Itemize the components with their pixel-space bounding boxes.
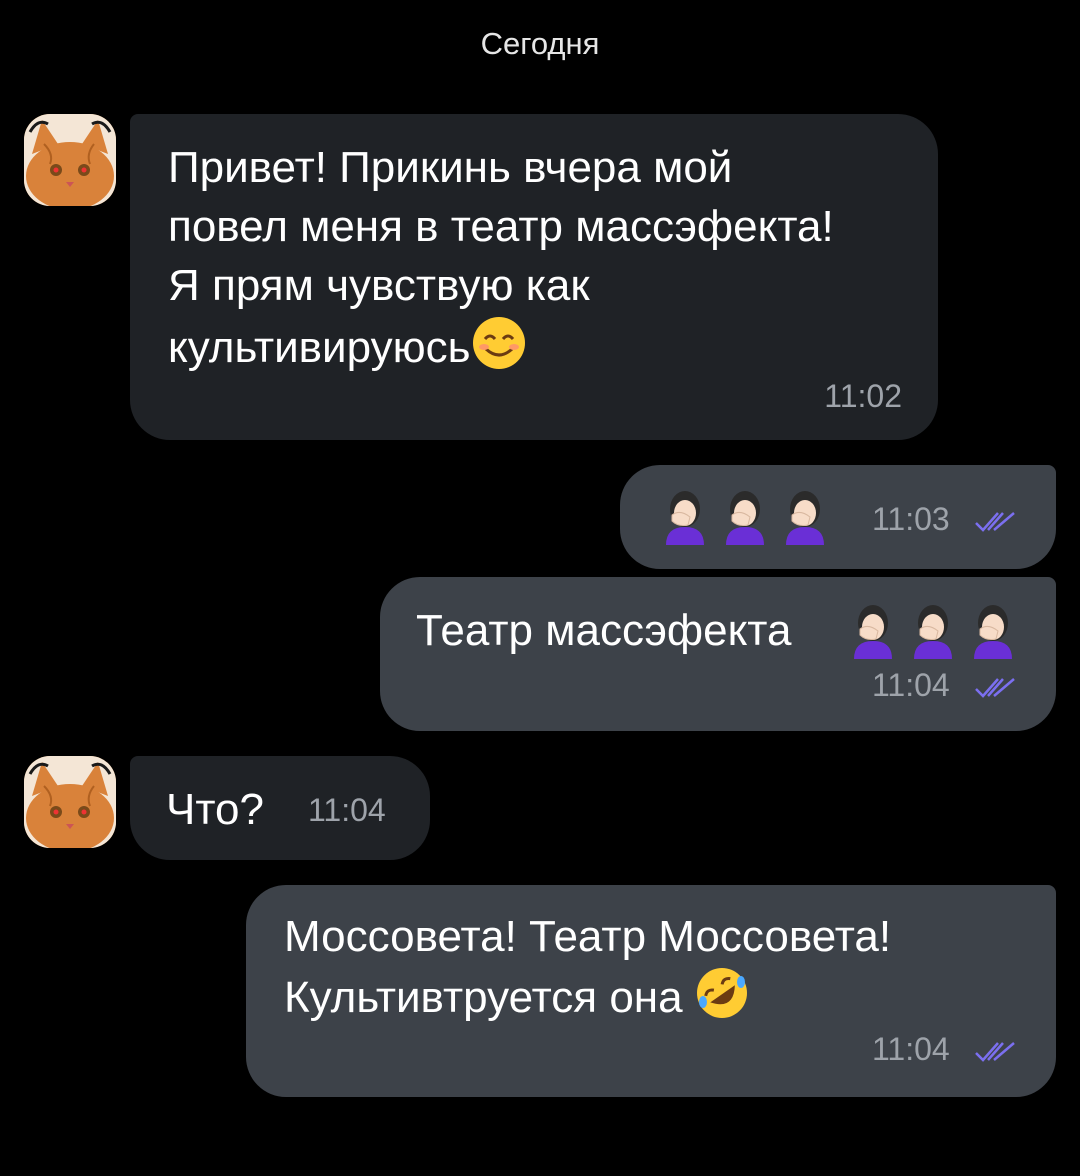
date-separator: Сегодня <box>480 26 600 61</box>
message-time: 11:04 <box>872 1031 950 1067</box>
message-bubble-outgoing[interactable]: Моссовета! Театр Моссовета! Культивтрует… <box>246 885 1056 1097</box>
message-time: 11:04 <box>308 792 386 828</box>
message-line: Культивтруется она <box>284 973 683 1023</box>
woman-facepalming-icon <box>906 601 960 664</box>
rolling-laughing-icon <box>695 966 749 1035</box>
woman-facepalming-icon <box>846 601 900 664</box>
message-line: Моссовета! Театр Моссовета! <box>284 912 892 961</box>
woman-facepalming-icon <box>778 487 832 550</box>
message-bubble-outgoing[interactable]: Театр массэфекта 11:04 <box>380 577 1056 731</box>
message-bubble-outgoing[interactable]: 11:03 <box>620 465 1056 569</box>
read-double-check-icon <box>975 512 1015 532</box>
message-text: Театр массэфекта <box>416 606 792 655</box>
read-double-check-icon <box>975 1042 1015 1062</box>
message-bubble-incoming[interactable]: Что? 11:04 <box>130 756 430 860</box>
message-line: повел меня в театр массэфекта! <box>168 202 834 251</box>
sender-avatar[interactable] <box>24 114 116 206</box>
message-bubble-incoming[interactable]: Привет! Прикинь вчера мой повел меня в т… <box>130 114 938 440</box>
message-line: Привет! Прикинь вчера мой <box>168 143 733 192</box>
message-text: Что? <box>166 785 264 834</box>
message-line: Я прям чувствую как <box>168 261 590 310</box>
woman-facepalming-icon <box>966 601 1020 664</box>
read-double-check-icon <box>975 678 1015 698</box>
message-time: 11:02 <box>824 378 902 414</box>
woman-facepalming-icon <box>718 487 772 550</box>
message-time: 11:03 <box>872 501 950 537</box>
message-time: 11:04 <box>872 667 950 703</box>
message-line: культивируюсь <box>168 323 471 373</box>
sender-avatar[interactable] <box>24 756 116 848</box>
smiling-face-icon <box>471 315 527 386</box>
woman-facepalming-icon <box>658 487 712 550</box>
